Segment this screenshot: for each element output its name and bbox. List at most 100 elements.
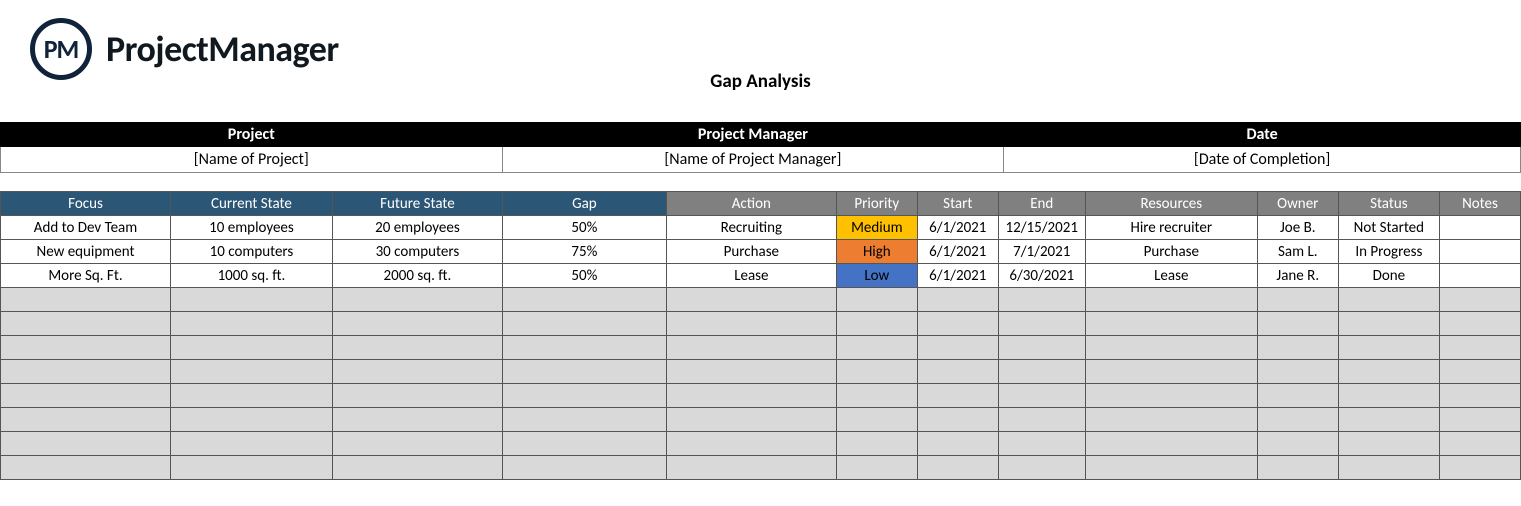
project-name-cell[interactable]: [Name of Project] <box>1 147 503 173</box>
status-cell[interactable] <box>1338 336 1439 360</box>
start-cell[interactable] <box>917 432 998 456</box>
future-cell[interactable] <box>332 432 502 456</box>
priority-cell[interactable] <box>836 408 917 432</box>
priority-cell[interactable] <box>836 288 917 312</box>
notes-cell[interactable] <box>1439 288 1520 312</box>
start-cell[interactable] <box>917 456 998 480</box>
owner-cell[interactable]: Sam L. <box>1257 240 1338 264</box>
action-cell[interactable] <box>666 432 836 456</box>
future-cell[interactable]: 30 computers <box>332 240 502 264</box>
owner-cell[interactable] <box>1257 456 1338 480</box>
resources-cell[interactable] <box>1085 384 1257 408</box>
notes-cell[interactable] <box>1439 216 1520 240</box>
priority-cell[interactable] <box>836 384 917 408</box>
current-cell[interactable] <box>171 432 333 456</box>
end-cell[interactable] <box>998 312 1085 336</box>
future-cell[interactable] <box>332 360 502 384</box>
gap-cell[interactable] <box>502 312 666 336</box>
current-cell[interactable] <box>171 312 333 336</box>
priority-cell[interactable] <box>836 432 917 456</box>
resources-cell[interactable] <box>1085 456 1257 480</box>
start-cell[interactable] <box>917 408 998 432</box>
notes-cell[interactable] <box>1439 432 1520 456</box>
priority-cell[interactable] <box>836 336 917 360</box>
focus-cell[interactable] <box>1 288 171 312</box>
focus-cell[interactable] <box>1 384 171 408</box>
notes-cell[interactable] <box>1439 312 1520 336</box>
gap-cell[interactable] <box>502 336 666 360</box>
resources-cell[interactable] <box>1085 432 1257 456</box>
end-cell[interactable] <box>998 456 1085 480</box>
gap-cell[interactable] <box>502 432 666 456</box>
owner-cell[interactable] <box>1257 432 1338 456</box>
current-cell[interactable] <box>171 336 333 360</box>
future-cell[interactable] <box>332 384 502 408</box>
focus-cell[interactable] <box>1 432 171 456</box>
gap-cell[interactable] <box>502 384 666 408</box>
focus-cell[interactable] <box>1 312 171 336</box>
resources-cell[interactable] <box>1085 360 1257 384</box>
status-cell[interactable]: Done <box>1338 264 1439 288</box>
start-cell[interactable] <box>917 312 998 336</box>
status-cell[interactable] <box>1338 384 1439 408</box>
focus-cell[interactable]: More Sq. Ft. <box>1 264 171 288</box>
resources-cell[interactable] <box>1085 408 1257 432</box>
priority-cell[interactable] <box>836 456 917 480</box>
notes-cell[interactable] <box>1439 240 1520 264</box>
start-cell[interactable] <box>917 384 998 408</box>
status-cell[interactable] <box>1338 288 1439 312</box>
future-cell[interactable] <box>332 456 502 480</box>
gap-cell[interactable]: 75% <box>502 240 666 264</box>
end-cell[interactable] <box>998 288 1085 312</box>
notes-cell[interactable] <box>1439 360 1520 384</box>
priority-cell[interactable]: Medium <box>836 216 917 240</box>
owner-cell[interactable]: Jane R. <box>1257 264 1338 288</box>
owner-cell[interactable]: Joe B. <box>1257 216 1338 240</box>
owner-cell[interactable] <box>1257 288 1338 312</box>
notes-cell[interactable] <box>1439 336 1520 360</box>
current-cell[interactable] <box>171 384 333 408</box>
end-cell[interactable] <box>998 336 1085 360</box>
action-cell[interactable] <box>666 336 836 360</box>
owner-cell[interactable] <box>1257 336 1338 360</box>
owner-cell[interactable] <box>1257 408 1338 432</box>
focus-cell[interactable]: New equipment <box>1 240 171 264</box>
priority-cell[interactable]: Low <box>836 264 917 288</box>
gap-cell[interactable] <box>502 408 666 432</box>
future-cell[interactable] <box>332 408 502 432</box>
focus-cell[interactable]: Add to Dev Team <box>1 216 171 240</box>
priority-cell[interactable] <box>836 312 917 336</box>
resources-cell[interactable]: Purchase <box>1085 240 1257 264</box>
future-cell[interactable] <box>332 336 502 360</box>
start-cell[interactable]: 6/1/2021 <box>917 264 998 288</box>
gap-cell[interactable] <box>502 288 666 312</box>
current-cell[interactable]: 10 computers <box>171 240 333 264</box>
end-cell[interactable]: 12/15/2021 <box>998 216 1085 240</box>
status-cell[interactable] <box>1338 408 1439 432</box>
resources-cell[interactable] <box>1085 288 1257 312</box>
action-cell[interactable] <box>666 456 836 480</box>
date-cell[interactable]: [Date of Completion] <box>1004 147 1521 173</box>
start-cell[interactable] <box>917 288 998 312</box>
project-manager-cell[interactable]: [Name of Project Manager] <box>502 147 1004 173</box>
priority-cell[interactable] <box>836 360 917 384</box>
status-cell[interactable] <box>1338 360 1439 384</box>
action-cell[interactable] <box>666 312 836 336</box>
focus-cell[interactable] <box>1 336 171 360</box>
action-cell[interactable]: Purchase <box>666 240 836 264</box>
gap-cell[interactable]: 50% <box>502 216 666 240</box>
resources-cell[interactable] <box>1085 312 1257 336</box>
end-cell[interactable]: 6/30/2021 <box>998 264 1085 288</box>
status-cell[interactable]: Not Started <box>1338 216 1439 240</box>
start-cell[interactable]: 6/1/2021 <box>917 216 998 240</box>
action-cell[interactable] <box>666 360 836 384</box>
current-cell[interactable]: 1000 sq. ft. <box>171 264 333 288</box>
end-cell[interactable] <box>998 408 1085 432</box>
current-cell[interactable] <box>171 408 333 432</box>
end-cell[interactable] <box>998 384 1085 408</box>
gap-cell[interactable]: 50% <box>502 264 666 288</box>
end-cell[interactable]: 7/1/2021 <box>998 240 1085 264</box>
future-cell[interactable]: 20 employees <box>332 216 502 240</box>
notes-cell[interactable] <box>1439 384 1520 408</box>
action-cell[interactable] <box>666 408 836 432</box>
